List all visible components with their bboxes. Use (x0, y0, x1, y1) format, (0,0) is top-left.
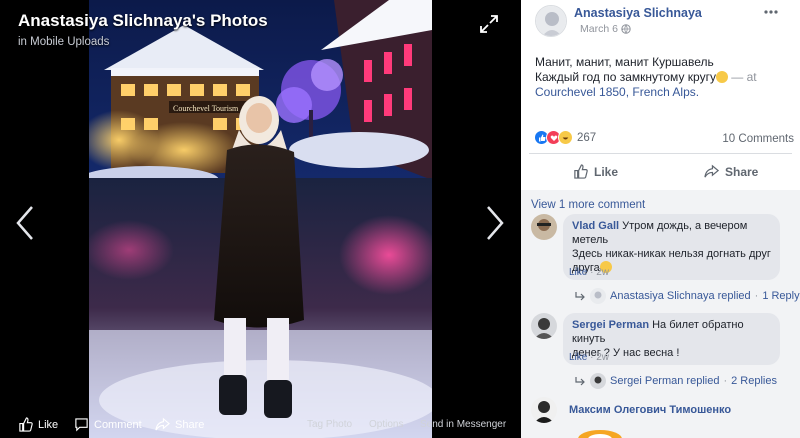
like-button[interactable]: Like (573, 164, 618, 179)
reply-count: 1 Reply (762, 290, 800, 302)
comment-sticker (578, 430, 622, 438)
view-more-comments-link[interactable]: View 1 more comment (531, 199, 645, 211)
share-icon (704, 164, 719, 178)
reply-avatar (590, 288, 606, 304)
reply-arrow-icon (575, 376, 585, 385)
reply-avatar (590, 373, 606, 389)
svg-text:Courchevel Tourism: Courchevel Tourism (173, 104, 239, 113)
album-subtitle[interactable]: in Mobile Uploads (18, 36, 109, 48)
commenter-name[interactable]: Максим Олегович Тимошенко (569, 404, 731, 416)
post-text-line-2: Каждый год по замкнутому кругу (535, 70, 716, 84)
send-in-messenger-link[interactable]: Send in Messenger (420, 419, 506, 430)
divider (529, 153, 792, 154)
share-button[interactable]: Share (704, 164, 758, 179)
commenter-avatar[interactable] (531, 214, 557, 240)
comment-count-link[interactable]: 10 Comments (722, 133, 794, 145)
reaction-summary[interactable]: 267 (534, 130, 596, 145)
photo-like-label: Like (38, 418, 59, 431)
comment-icon (75, 418, 88, 432)
poster-name[interactable]: Anastasiya Slichnaya (574, 6, 702, 20)
comment-meta: Like · 2w (569, 267, 610, 278)
comment-time[interactable]: 2w (596, 352, 609, 363)
commenter-avatar[interactable] (531, 397, 557, 423)
comment-time[interactable]: 2w (596, 267, 609, 278)
post-at: — at (727, 70, 757, 84)
share-icon (155, 417, 170, 431)
photo-comment-button[interactable]: Comment (74, 417, 142, 432)
laughing-emoji-icon (715, 71, 728, 83)
reaction-count: 267 (577, 131, 597, 144)
next-photo-button[interactable] (482, 203, 508, 243)
photo-comment-label: Comment (94, 418, 142, 431)
replies-link[interactable]: Anastasiya Slichnaya replied · 1 Reply (575, 288, 800, 304)
comment-meta: Like · 2w (569, 352, 610, 363)
expand-icon[interactable] (479, 14, 499, 34)
post-panel: Anastasiya Slichnaya March 6 · Манит, ма… (521, 0, 800, 438)
commenter-name[interactable]: Sergei Perman (572, 319, 649, 331)
post-text-line-1: Манит, манит, манит Куршавель (535, 55, 714, 69)
share-label: Share (725, 164, 759, 179)
more-options-icon[interactable] (763, 9, 779, 15)
comment-text-line-2: Здесь никак-никак нельзя догнать друг (572, 248, 771, 260)
commenter-name[interactable]: Vlad Gall (572, 220, 619, 232)
photo-image: Courchevel Tourism (89, 0, 432, 438)
comment-like-link[interactable]: Like (569, 352, 587, 363)
photo-share-label: Share (175, 418, 205, 431)
options-link[interactable]: Options (369, 419, 403, 430)
photo-viewer: Courchevel Tourism Anastasiya Slichnaya'… (0, 0, 521, 438)
photo[interactable]: Courchevel Tourism (89, 0, 432, 438)
previous-photo-button[interactable] (12, 203, 38, 243)
replies-link[interactable]: Sergei Perman replied · 2 Replies (575, 373, 777, 389)
like-label: Like (594, 164, 619, 179)
comment-like-link[interactable]: Like (569, 267, 587, 278)
globe-icon (621, 24, 631, 34)
post-location-link[interactable]: Courchevel 1850, French Alps. (535, 85, 790, 100)
thumbs-up-icon (574, 164, 588, 179)
poster-avatar[interactable] (535, 5, 567, 37)
photo-share-button[interactable]: Share (155, 417, 204, 432)
tag-photo-link[interactable]: Tag Photo (307, 419, 352, 430)
photo-action-bar: Like Comment Share Tag Photo Options Sen… (0, 408, 521, 438)
commenter-avatar[interactable] (531, 313, 557, 339)
photo-like-button[interactable]: Like (18, 417, 58, 432)
post-date[interactable]: March 6 · (580, 23, 624, 35)
thumbs-up-icon (19, 417, 33, 432)
post-text: Манит, манит, манит Куршавель Каждый год… (535, 55, 790, 100)
reply-arrow-icon (575, 291, 585, 300)
reply-author: Anastasiya Slichnaya replied (610, 290, 751, 302)
album-title[interactable]: Anastasiya Slichnaya's Photos (18, 11, 268, 31)
reply-count: 2 Replies (731, 375, 777, 387)
reply-author: Sergei Perman replied (610, 375, 720, 387)
haha-reaction-icon (558, 130, 573, 145)
